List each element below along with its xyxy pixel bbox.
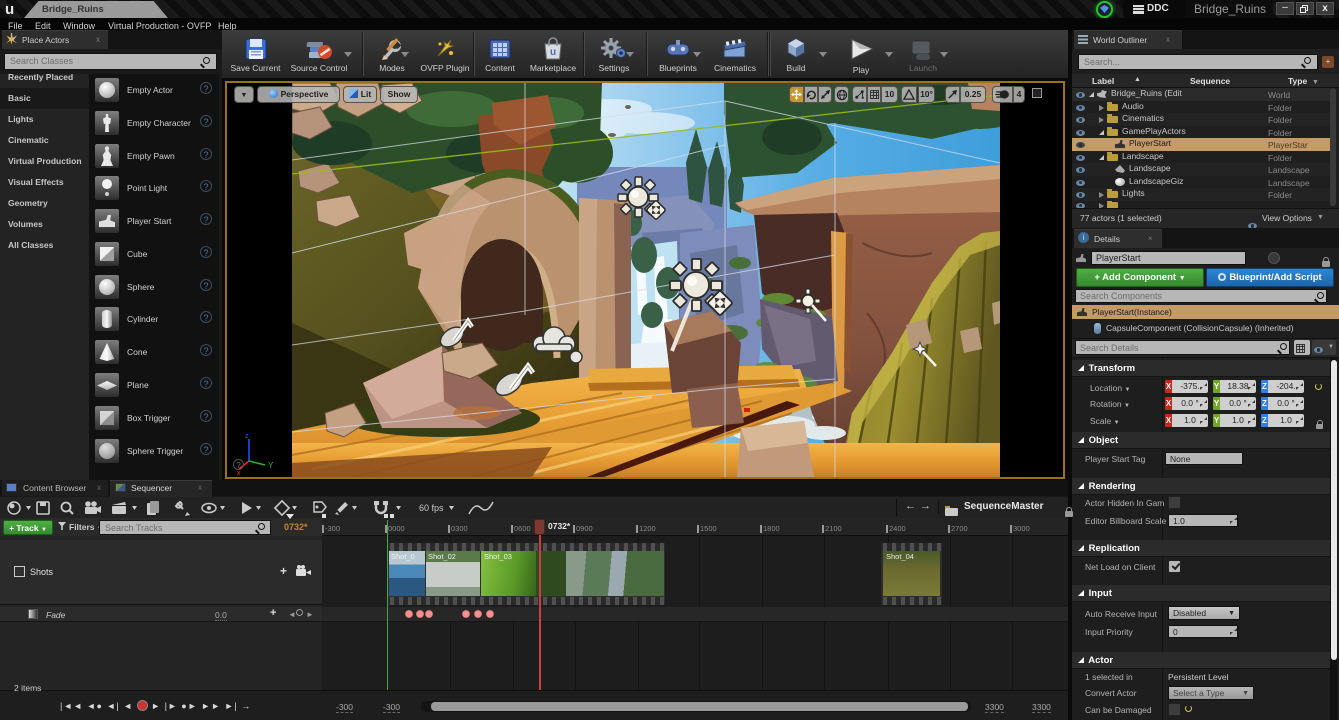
svg-text:60 fps: 60 fps [419,503,444,513]
svg-text:z: z [245,433,249,440]
svg-text:Y: Y [268,461,274,470]
svg-text:u: u [550,47,556,58]
